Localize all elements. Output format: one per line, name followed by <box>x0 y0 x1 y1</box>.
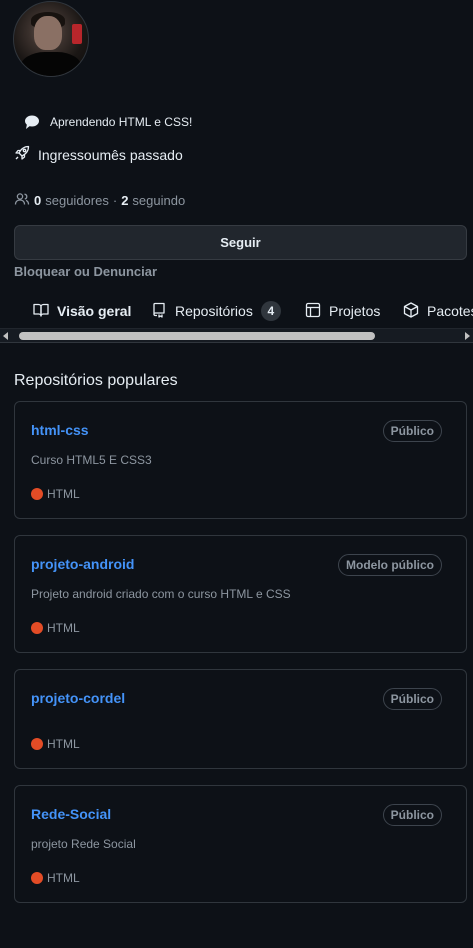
status-text: Aprendendo HTML e CSS! <box>50 115 193 129</box>
repo-name-link[interactable]: html-css <box>31 422 89 438</box>
repo-icon <box>151 302 167 321</box>
tab-packages[interactable]: Pacotes <box>403 296 473 326</box>
following-label[interactable]: seguindo <box>132 193 185 208</box>
repo-language: HTML <box>31 487 80 501</box>
avatar-phone <box>72 24 82 44</box>
language-name: HTML <box>47 621 80 635</box>
book-icon <box>33 302 49 321</box>
joined-info: Ingressoumês passado <box>14 145 183 164</box>
follow-button[interactable]: Seguir <box>14 225 467 260</box>
scroll-right-icon[interactable] <box>465 332 470 340</box>
visibility-badge: Público <box>382 688 442 710</box>
speech-balloon-icon <box>24 114 40 130</box>
repo-name-link[interactable]: projeto-cordel <box>31 690 125 706</box>
repo-description: projeto Rede Social <box>31 837 136 851</box>
tab-overview-label: Visão geral <box>57 303 132 319</box>
profile-tabs: Visão geral Repositórios 4 Projetos Paco… <box>0 296 473 326</box>
language-color-dot <box>31 622 43 634</box>
repo-language: HTML <box>31 621 80 635</box>
repo-card: projeto-cordel Público HTML <box>14 669 467 769</box>
repo-name-link[interactable]: projeto-android <box>31 556 134 572</box>
scroll-left-icon[interactable] <box>3 332 8 340</box>
repo-name-link[interactable]: Rede-Social <box>31 806 111 822</box>
repo-description: Projeto android criado com o curso HTML … <box>31 587 291 601</box>
following-count[interactable]: 2 <box>121 193 128 208</box>
block-report-link[interactable]: Bloquear ou Denunciar <box>14 264 157 279</box>
popular-repos-title: Repositórios populares <box>14 372 178 389</box>
avatar[interactable] <box>13 1 89 77</box>
repo-language: HTML <box>31 737 80 751</box>
repo-card: projeto-android Modelo público Projeto a… <box>14 535 467 653</box>
tab-repositories-label: Repositórios <box>175 303 253 319</box>
repositories-counter: 4 <box>260 301 281 321</box>
avatar-face <box>34 16 62 50</box>
visibility-badge: Público <box>382 804 442 826</box>
user-status[interactable]: Aprendendo HTML e CSS! <box>24 114 192 130</box>
table-icon <box>305 302 321 321</box>
language-color-dot <box>31 488 43 500</box>
language-color-dot <box>31 738 43 750</box>
tab-projects-label: Projetos <box>329 303 381 319</box>
followers-count[interactable]: 0 <box>34 193 41 208</box>
language-name: HTML <box>47 871 80 885</box>
joined-text: Ingressoumês passado <box>38 146 183 163</box>
separator: · <box>112 193 118 208</box>
follow-stats: 0 seguidores · 2 seguindo <box>14 191 185 210</box>
repo-card: html-css Público Curso HTML5 E CSS3 HTML <box>14 401 467 519</box>
visibility-badge: Modelo público <box>338 554 442 576</box>
avatar-body <box>20 52 82 76</box>
tabs-scrollbar[interactable] <box>0 328 473 343</box>
visibility-badge: Público <box>382 420 442 442</box>
followers-label[interactable]: seguidores <box>45 193 109 208</box>
tab-projects[interactable]: Projetos <box>305 296 380 326</box>
language-color-dot <box>31 872 43 884</box>
tab-packages-label: Pacotes <box>427 303 473 319</box>
tab-overview[interactable]: Visão geral <box>33 296 131 326</box>
repo-language: HTML <box>31 871 80 885</box>
language-name: HTML <box>47 487 80 501</box>
package-icon <box>403 301 419 321</box>
repo-card: Rede-Social Público projeto Rede Social … <box>14 785 467 903</box>
language-name: HTML <box>47 737 80 751</box>
people-icon <box>14 191 30 210</box>
scrollbar-thumb[interactable] <box>19 332 375 340</box>
repo-description: Curso HTML5 E CSS3 <box>31 453 152 467</box>
tab-repositories[interactable]: Repositórios 4 <box>151 296 281 326</box>
rocket-icon <box>14 145 30 164</box>
